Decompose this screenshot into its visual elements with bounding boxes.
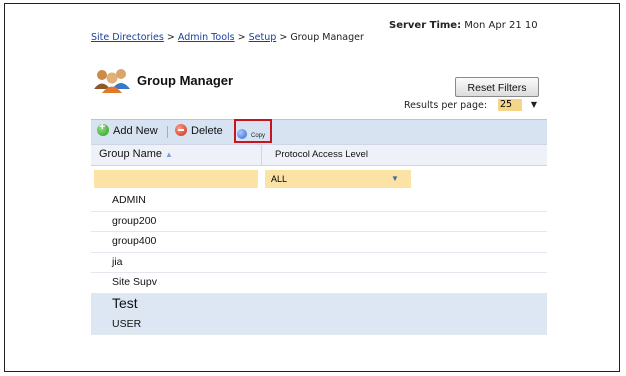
group-name-filter-input[interactable] [94,170,258,188]
sort-ascending-icon: ▲ [164,150,173,159]
grid-toolbar: Add New Delete Copy [91,119,547,144]
toolbar-divider [167,126,168,138]
server-time-label: Server Time: [389,20,462,31]
add-new-button[interactable]: Add New [97,121,158,137]
add-icon [97,121,109,136]
protocol-access-level-filter-select[interactable]: ALL ▼ [265,170,411,188]
breadcrumb-separator: > [237,32,246,43]
copy-highlight-box [234,119,272,143]
column-header-group-name[interactable]: Group Name ▲ [99,148,173,160]
delete-button[interactable]: Delete [175,124,223,137]
reset-filters-button[interactable]: Reset Filters [455,77,539,97]
users-group-icon [94,69,130,93]
chevron-down-icon: ▼ [530,100,537,109]
page-title: Group Manager [137,73,234,88]
results-per-page-label: Results per page: [404,100,488,111]
filter-row: ALL ▼ [91,167,547,191]
group-manager-page: Server Time: Mon Apr 21 10 Site Director… [91,14,547,344]
table-row[interactable]: ADMIN [91,191,547,212]
server-time: Server Time: Mon Apr 21 10 [389,20,538,31]
group-list: ADMIN group200 group400 jia Site Supv Te… [91,191,547,336]
group-name-header-label: Group Name [99,148,162,160]
results-per-page-select[interactable]: 25 ▼ [497,98,539,113]
breadcrumb-current: Group Manager [290,32,364,43]
server-time-value: Mon Apr 21 10 [464,20,538,31]
results-per-page-value: 25 [498,99,522,111]
breadcrumb-separator: > [166,32,175,43]
table-row[interactable]: Site Supv [91,273,547,294]
chevron-down-icon: ▼ [391,174,399,183]
table-row[interactable]: group400 [91,232,547,253]
delete-icon [175,124,187,136]
table-row[interactable]: USER [91,314,547,336]
protocol-filter-value: ALL [271,174,288,184]
breadcrumb-setup[interactable]: Setup [249,32,277,43]
table-header: Group Name ▲ Protocol Access Level [91,144,547,166]
table-row[interactable]: Test [91,293,547,315]
column-header-protocol-access-level[interactable]: Protocol Access Level [275,149,368,160]
breadcrumb-separator: > [279,32,288,43]
breadcrumb-admin-tools[interactable]: Admin Tools [178,32,235,43]
column-divider [261,145,262,165]
delete-label: Delete [191,125,223,137]
table-row[interactable]: jia [91,252,547,274]
table-row[interactable]: group200 [91,211,547,233]
breadcrumb-site-directories[interactable]: Site Directories [91,32,164,43]
breadcrumb: Site Directories > Admin Tools > Setup >… [91,32,364,43]
add-new-label: Add New [113,125,158,137]
